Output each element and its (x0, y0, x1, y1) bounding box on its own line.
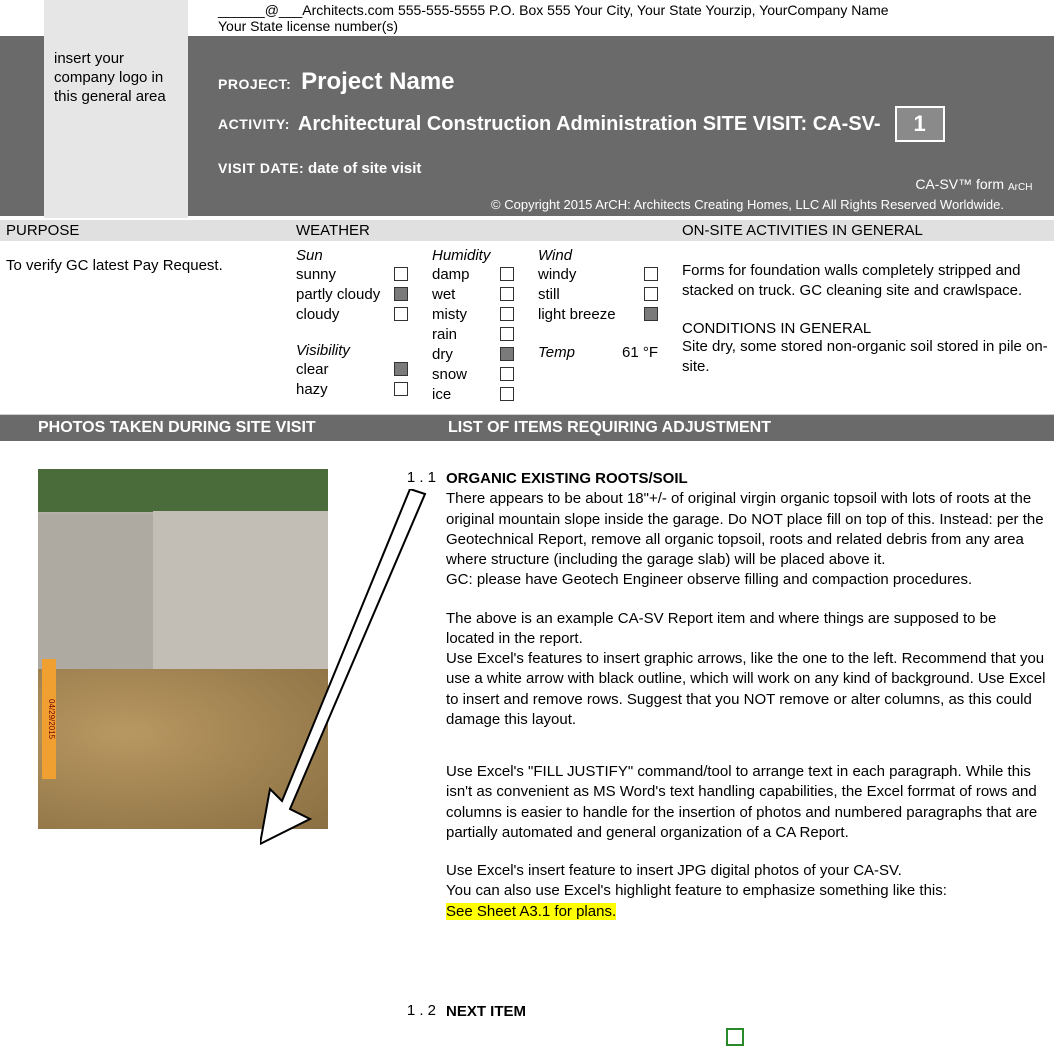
weather-snow: snow (432, 366, 496, 383)
checkbox-rain[interactable] (500, 327, 514, 341)
purpose-text: To verify GC latest Pay Request. (6, 247, 284, 274)
purpose-heading: PURPOSE (0, 220, 290, 241)
company-line1: ______@___Architects.com 555-555-5555 P.… (218, 2, 1054, 18)
checkbox-sunny[interactable] (394, 267, 408, 281)
form-tag: CA-SV™ form (915, 176, 1004, 192)
weather-clear: clear (296, 361, 390, 378)
checkbox-partly-cloudy[interactable] (394, 287, 408, 301)
checkbox-damp[interactable] (500, 267, 514, 281)
weather-sunny: sunny (296, 266, 390, 283)
info-row: PURPOSE To verify GC latest Pay Request.… (0, 216, 1054, 415)
item-1-p3: Use Excel's "FILL JUSTIFY" command/tool … (446, 762, 1048, 843)
photo-timestamp: 04/29/2015 (42, 659, 56, 779)
company-line2: Your State license number(s) (218, 18, 1054, 34)
humidity-subhead: Humidity (432, 247, 514, 264)
weather-hazy: hazy (296, 381, 390, 398)
checkbox-windy[interactable] (644, 267, 658, 281)
weather-damp: damp (432, 266, 496, 283)
weather-rain: rain (432, 326, 496, 343)
item-number-2: 1 . 2 (380, 1002, 446, 1046)
logo-placeholder: insert your company logo in this general… (44, 0, 188, 218)
item-1-p1: There appears to be about 18"+/- of orig… (446, 489, 1048, 570)
item-1-p4: Use Excel's insert feature to insert JPG… (446, 861, 1048, 881)
item-row-2: 1 . 2 NEXT ITEM (0, 962, 1054, 1046)
weather-light-breeze: light breeze (538, 306, 640, 323)
checkbox-wet[interactable] (500, 287, 514, 301)
activity-label: ACTIVITY: (218, 116, 290, 132)
temp-label: Temp (538, 344, 622, 361)
weather-dry: dry (432, 346, 496, 363)
checkbox-hazy[interactable] (394, 382, 408, 396)
visit-date: date of site visit (308, 160, 421, 177)
weather-cloudy: cloudy (296, 306, 390, 323)
weather-heading: WEATHER (290, 220, 676, 241)
checkbox-ice[interactable] (500, 387, 514, 401)
item-1-p2b: Use Excel's features to insert graphic a… (446, 649, 1048, 730)
sun-subhead: Sun (296, 247, 408, 264)
item-1-highlight: See Sheet A3.1 for plans. (446, 903, 616, 920)
section-divider: PHOTOS TAKEN DURING SITE VISIT LIST OF I… (0, 415, 1054, 441)
wind-subhead: Wind (538, 247, 658, 264)
checkbox-snow[interactable] (500, 367, 514, 381)
checkbox-still[interactable] (644, 287, 658, 301)
item-1-p2: The above is an example CA-SV Report ite… (446, 609, 1048, 650)
conditions-heading: CONDITIONS IN GENERAL (682, 320, 1048, 337)
item-row: 04/29/2015 1 . 1 ORGANIC EXISTING ROOTS/… (0, 441, 1054, 962)
conditions-text: Site dry, some stored non-organic soil s… (682, 337, 1048, 376)
items-heading: LIST OF ITEMS REQUIRING ADJUSTMENT (448, 419, 1054, 437)
item-number-1: 1 . 1 (380, 469, 446, 962)
visibility-subhead: Visibility (296, 342, 408, 359)
project-name: Project Name (301, 68, 454, 95)
checkbox-light-breeze[interactable] (644, 307, 658, 321)
header-bar: insert your company logo in this general… (0, 36, 1054, 216)
visit-date-label: VISIT DATE: (218, 160, 304, 176)
item-1-p1b: GC: please have Geotech Engineer observe… (446, 570, 1048, 590)
checkbox-misty[interactable] (500, 307, 514, 321)
item-2-title: NEXT ITEM (446, 1002, 1048, 1022)
photos-heading: PHOTOS TAKEN DURING SITE VISIT (0, 419, 448, 437)
cell-cursor-icon (726, 1028, 744, 1046)
weather-ice: ice (432, 386, 496, 403)
temp-value: 61 °F (622, 344, 658, 361)
project-label: PROJECT: (218, 76, 291, 92)
checkbox-clear[interactable] (394, 362, 408, 376)
activity-number-box: 1 (895, 106, 945, 142)
item-1-title: ORGANIC EXISTING ROOTS/SOIL (446, 469, 1048, 489)
onsite-heading: ON-SITE ACTIVITIES IN GENERAL (676, 220, 1054, 241)
checkbox-cloudy[interactable] (394, 307, 408, 321)
weather-misty: misty (432, 306, 496, 323)
site-photo: 04/29/2015 (38, 469, 328, 829)
arch-logo: ArCH (1008, 182, 1048, 212)
checkbox-dry[interactable] (500, 347, 514, 361)
weather-windy: windy (538, 266, 640, 283)
weather-partly-cloudy: partly cloudy (296, 286, 390, 303)
onsite-text: Forms for foundation walls completely st… (682, 247, 1048, 300)
weather-wet: wet (432, 286, 496, 303)
weather-still: still (538, 286, 640, 303)
item-1-p4b: You can also use Excel's highlight featu… (446, 881, 1048, 901)
copyright: © Copyright 2015 ArCH: Architects Creati… (491, 197, 1004, 212)
activity-name: Architectural Construction Administratio… (298, 113, 881, 136)
